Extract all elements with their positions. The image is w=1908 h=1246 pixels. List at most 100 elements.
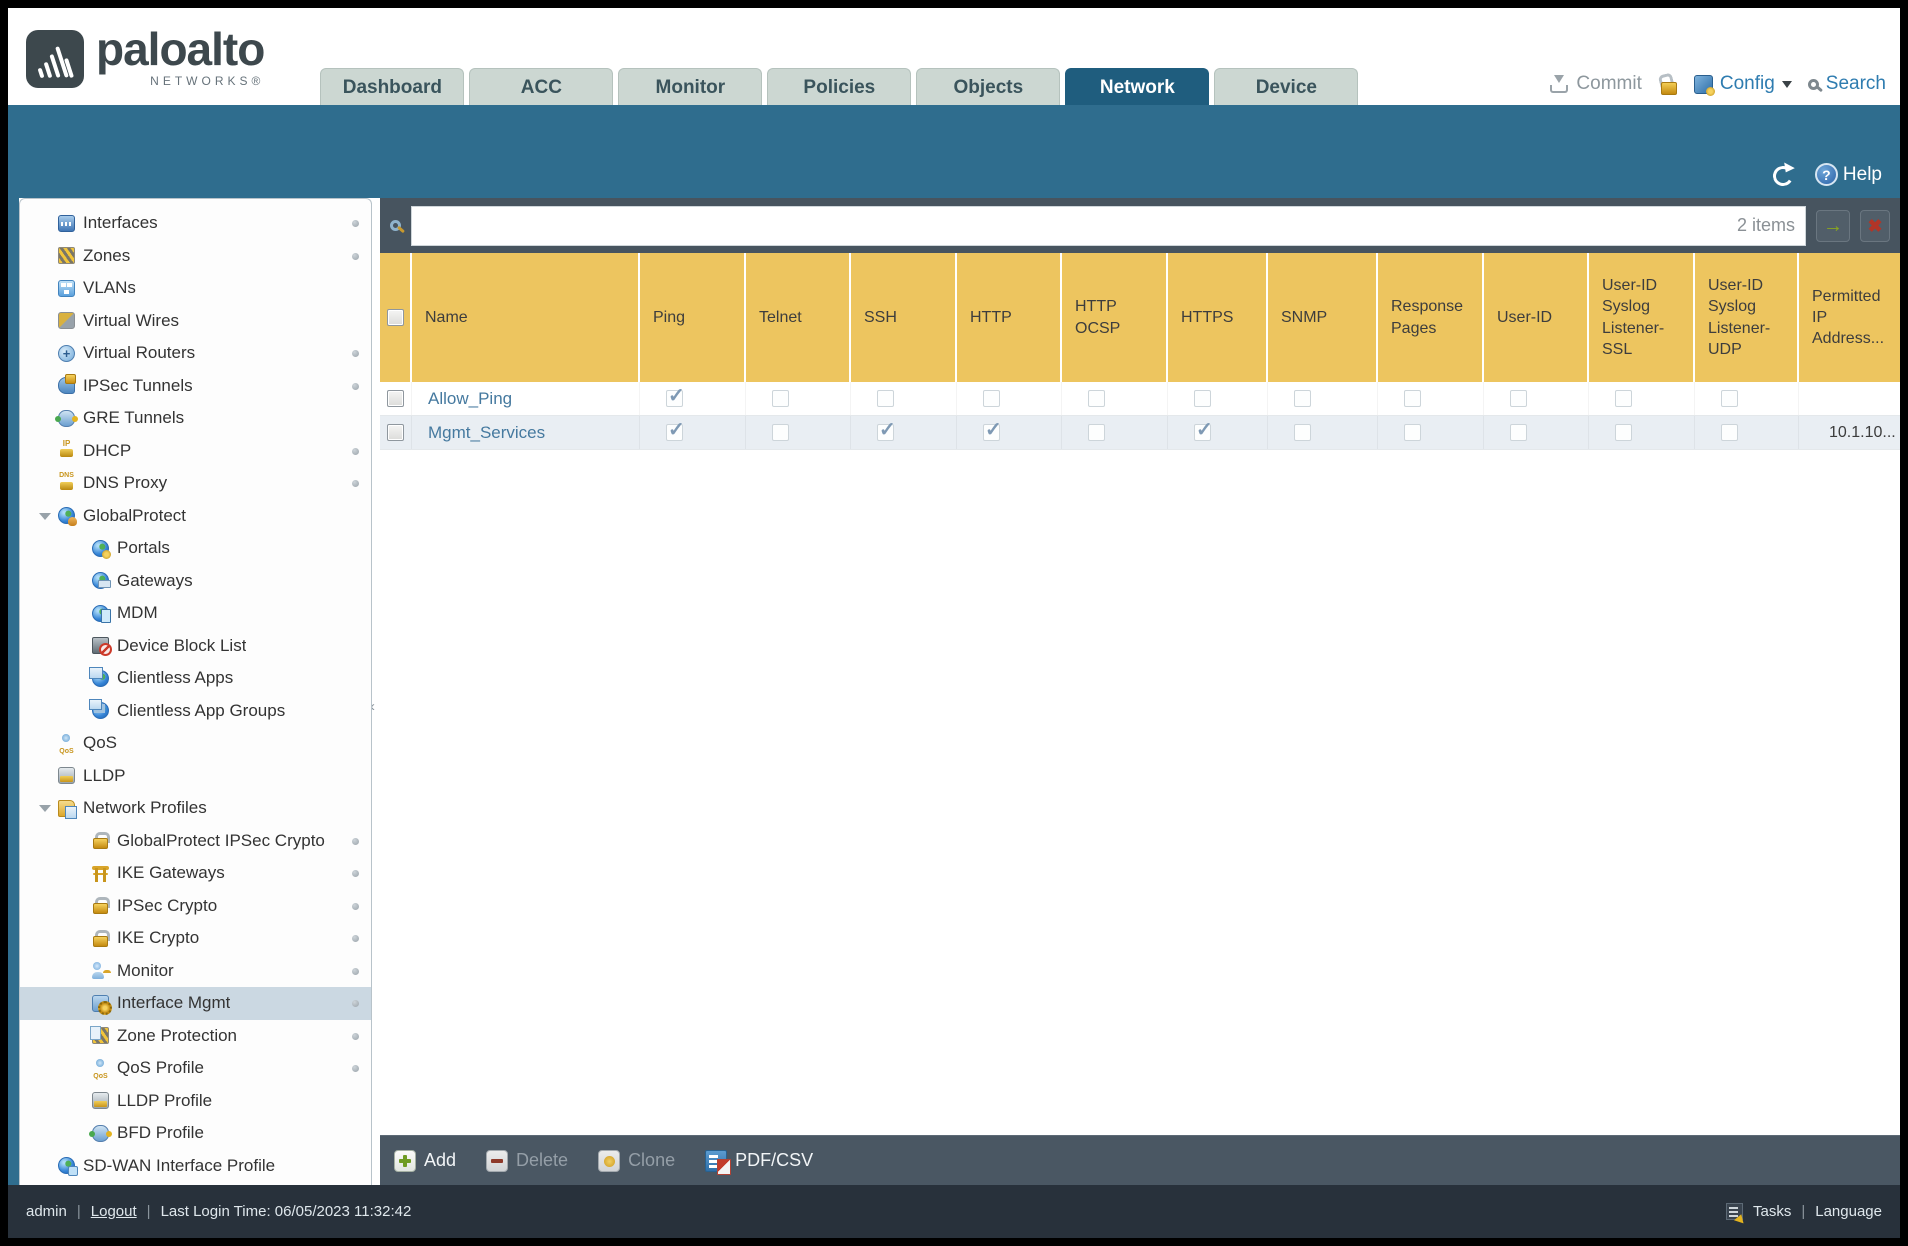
commit-button[interactable]: Commit [1549,73,1642,95]
sidebar-splitter[interactable]: ‹ [370,198,380,1185]
help-button[interactable]: ? Help [1814,163,1882,186]
tab-objects[interactable]: Objects [916,68,1061,105]
global-search-button[interactable]: Search [1807,73,1886,95]
ping-checkbox[interactable]: ✓ [666,419,685,441]
sidebar-item-globalprotect[interactable]: GlobalProtect [20,500,371,533]
help-label: Help [1842,163,1882,185]
http-checkbox[interactable] [983,390,1000,407]
sidebar-item-zone-protection[interactable]: Zone Protection [20,1020,371,1053]
pdf-csv-button[interactable]: PDF/CSV [705,1149,813,1175]
apply-filter-button[interactable]: → [1816,209,1850,242]
caret-spacer [72,825,92,858]
sidebar-item-ike-crypto[interactable]: IKE Crypto [20,922,371,955]
unlock-icon[interactable] [1658,74,1678,95]
https-checkbox[interactable]: ✓ [1194,419,1213,441]
user_id-checkbox[interactable] [1510,424,1527,441]
main-nav-tabs: Dashboard ACC Monitor Policies Objects Networ… [320,8,1359,105]
clone-button[interactable]: Clone [598,1149,675,1172]
select-all-checkbox[interactable] [386,309,404,326]
sidebar-item-sd-wan-interface-profile[interactable]: SD-WAN Interface Profile [20,1150,371,1183]
cell-user_id [1484,382,1589,415]
column-header-telnet: Telnet [746,253,851,382]
item-dot [352,967,359,975]
caret-spacer [38,435,58,468]
logout-link[interactable]: Logout [91,1203,137,1220]
sidebar-item-dhcp[interactable]: DHCP [20,435,371,468]
filter-input[interactable] [422,214,1727,237]
uid_syslog_udp-checkbox[interactable] [1721,424,1738,441]
item-dot [352,837,359,845]
collapse-caret-icon[interactable] [38,500,58,533]
sidebar-item-qos-profile[interactable]: QoS Profile [20,1052,371,1085]
sidebar-item-network-profiles[interactable]: Network Profiles [20,792,371,825]
uid_syslog_ssl-checkbox[interactable] [1615,424,1632,441]
cell-snmp [1268,382,1378,415]
config-menu-button[interactable]: Config [1693,73,1792,96]
screen: paloalto NETWORKS® Dashboard ACC Monitor Po… [0,0,1908,1246]
tab-acc[interactable]: ACC [469,68,614,105]
response_pages-checkbox[interactable] [1404,424,1421,441]
collapse-caret-icon[interactable] [38,792,58,825]
sidebar-item-bfd-profile[interactable]: BFD Profile [20,1117,371,1150]
tab-dashboard[interactable]: Dashboard [320,68,465,105]
http_ocsp-checkbox[interactable] [1088,390,1105,407]
sidebar-item-ike-gateways[interactable]: IKE Gateways [20,857,371,890]
sidebar-item-clientless-apps[interactable]: Clientless Apps [20,662,371,695]
user_id-checkbox[interactable] [1510,390,1527,407]
status-bar: admin | Logout | Last Login Time: 06/05/… [8,1185,1900,1238]
tab-monitor[interactable]: Monitor [618,68,763,105]
tasks-button[interactable]: Tasks [1753,1203,1791,1220]
sidebar-item-monitor[interactable]: Monitor [20,955,371,988]
row-select-checkbox[interactable] [387,390,404,407]
sidebar-item-label: QoS Profile [117,1058,204,1078]
tab-policies[interactable]: Policies [767,68,912,105]
ssh-checkbox[interactable] [877,390,894,407]
clear-filter-button[interactable]: ✖ [1860,209,1890,242]
language-button[interactable]: Language [1815,1203,1882,1220]
sidebar-item-mdm[interactable]: MDM [20,597,371,630]
sidebar-item-ipsec-tunnels[interactable]: IPSec Tunnels [20,370,371,403]
sidebar-item-zones[interactable]: Zones [20,240,371,273]
sidebar-item-dns-proxy[interactable]: DNS Proxy [20,467,371,500]
refresh-icon[interactable] [1771,164,1795,188]
sidebar-item-portals[interactable]: Portals [20,532,371,565]
tab-device[interactable]: Device [1214,68,1359,105]
response_pages-checkbox[interactable] [1404,390,1421,407]
sidebar-item-qos[interactable]: QoS [20,727,371,760]
profile-name-link[interactable]: Mgmt_Services [412,423,545,443]
sidebar-item-lldp-profile[interactable]: LLDP Profile [20,1085,371,1118]
config-icon [1693,74,1715,96]
sidebar-item-gateways[interactable]: Gateways [20,565,371,598]
sidebar-item-virtual-wires[interactable]: Virtual Wires [20,305,371,338]
add-button[interactable]: Add [394,1149,456,1172]
sidebar-item-interfaces[interactable]: Interfaces [20,207,371,240]
row-select-checkbox[interactable] [387,424,404,441]
column-header-permitted_ip: Permitted IP Address... [1812,287,1885,348]
sidebar-item-lldp[interactable]: LLDP [20,760,371,793]
uid_syslog_udp-checkbox[interactable] [1721,390,1738,407]
sidebar-item-ipsec-crypto[interactable]: IPSec Crypto [20,890,371,923]
sidebar-item-clientless-app-groups[interactable]: Clientless App Groups [20,695,371,728]
profile-name-link[interactable]: Allow_Ping [412,389,512,409]
sidebar-item-virtual-routers[interactable]: Virtual Routers [20,337,371,370]
delete-button[interactable]: Delete [486,1149,568,1172]
telnet-checkbox[interactable] [772,424,789,441]
ssh-checkbox[interactable]: ✓ [877,419,896,441]
sidebar-item-globalprotect-ipsec-crypto[interactable]: GlobalProtect IPSec Crypto [20,825,371,858]
http_ocsp-checkbox[interactable] [1088,424,1105,441]
snmp-checkbox[interactable] [1294,424,1311,441]
telnet-checkbox[interactable] [772,390,789,407]
sidebar-item-interface-mgmt[interactable]: Interface Mgmt [20,987,371,1020]
tab-network[interactable]: Network [1065,68,1210,105]
https-checkbox[interactable] [1194,390,1211,407]
item-dot [352,447,359,455]
ping-checkbox[interactable]: ✓ [666,385,685,407]
network-profiles-icon [58,799,77,819]
snmp-checkbox[interactable] [1294,390,1311,407]
http-checkbox[interactable]: ✓ [983,419,1002,441]
cell-ssh: ✓ [851,416,957,449]
sidebar-item-device-block-list[interactable]: Device Block List [20,630,371,663]
sidebar-item-vlans[interactable]: VLANs [20,272,371,305]
uid_syslog_ssl-checkbox[interactable] [1615,390,1632,407]
sidebar-item-gre-tunnels[interactable]: GRE Tunnels [20,402,371,435]
